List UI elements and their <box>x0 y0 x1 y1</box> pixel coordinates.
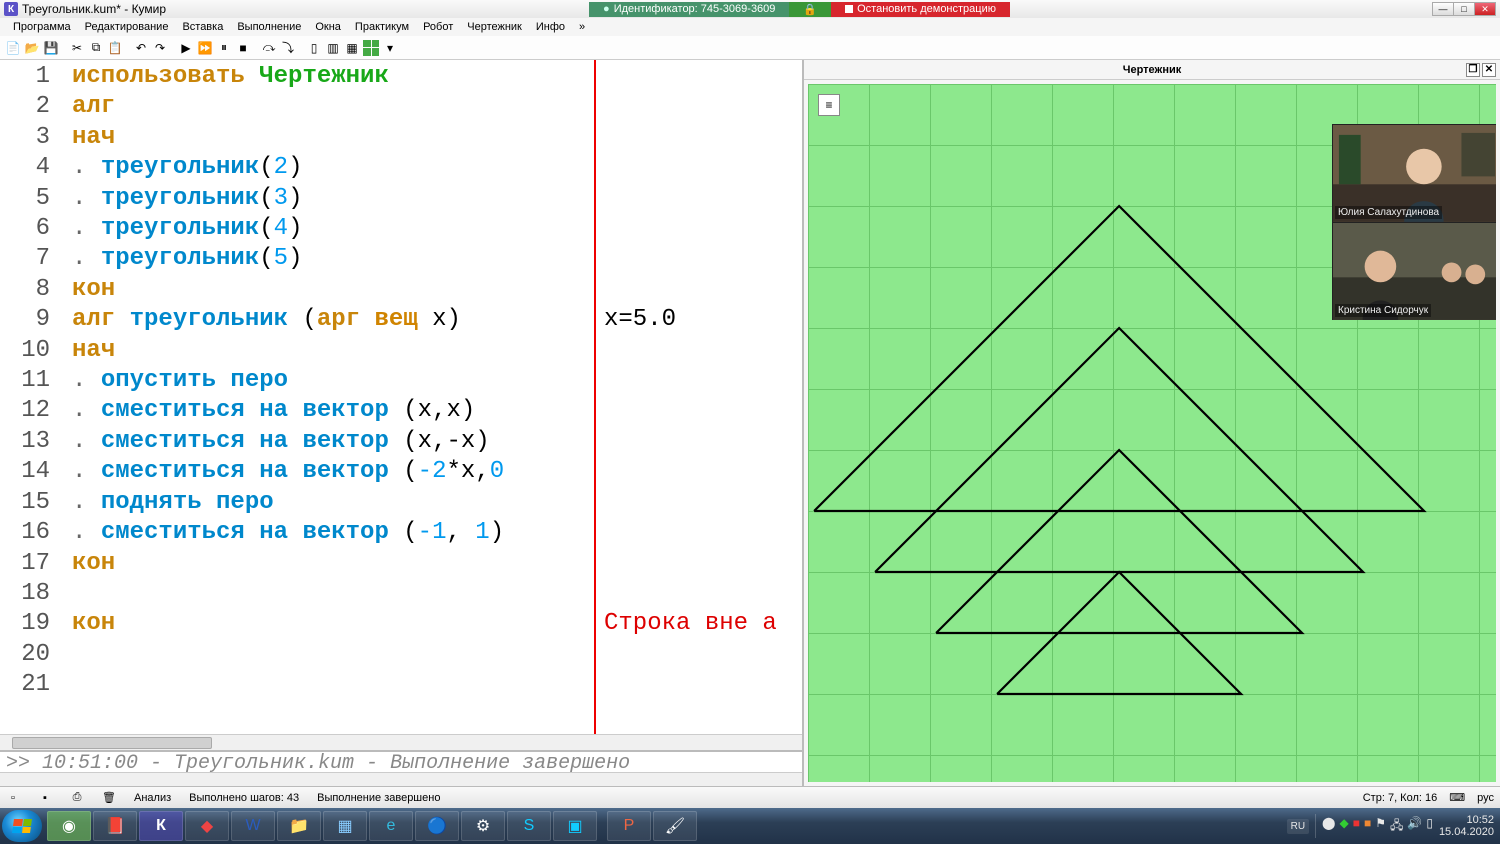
titlebar: К Треугольник.kum* - Кумир ●Идентификато… <box>0 0 1500 18</box>
more-icon[interactable]: ▾ <box>381 39 399 57</box>
sb-icon-1[interactable]: ▫ <box>6 791 20 805</box>
task-app-1[interactable]: ◉ <box>47 811 91 841</box>
stop-demo-button[interactable]: Остановить демонстрацию <box>831 2 1010 17</box>
task-app-2[interactable]: 📕 <box>93 811 137 841</box>
main-area: 123456789101112131415161718192021 исполь… <box>0 60 1500 786</box>
editor-hscrollbar[interactable] <box>0 734 802 750</box>
copy-icon[interactable]: ⧉ <box>87 39 105 57</box>
console-output: >> 10:51:00 - Треугольник.kum - Выполнен… <box>0 750 802 772</box>
panel-title: Чертежник ❐ ✕ <box>804 60 1500 80</box>
console-hscrollbar[interactable] <box>0 772 802 786</box>
minimize-button[interactable]: — <box>1432 2 1454 16</box>
tray-flag-icon[interactable]: ⚑ <box>1375 816 1386 837</box>
video-thumbnails: Юлия Салахутдинова Кристина Сидорчук <box>1332 124 1496 320</box>
cut-icon[interactable]: ✂ <box>68 39 86 57</box>
meeting-id-badge: ●Идентификатор: 745-3069-3609 <box>589 2 789 17</box>
taskbar: ◉ 📕 К ◆ W 📁 ▦ e 🔵 ⚙ S ▣ P 🖌 RU ⬤ ◆ ■ ■ ⚑… <box>0 808 1500 844</box>
sb-icon-2[interactable]: ▪ <box>38 791 52 805</box>
menu-7[interactable]: Чертежник <box>460 19 529 35</box>
panel-maximize-icon[interactable]: ❐ <box>1466 63 1480 77</box>
tray-volume-icon[interactable]: 🔊 <box>1407 816 1422 837</box>
video-label-1: Юлия Салахутдинова <box>1335 206 1442 219</box>
tray-icon-2[interactable]: ◆ <box>1339 816 1348 837</box>
run-fast-icon[interactable]: ⏩ <box>196 39 214 57</box>
task-zoom[interactable]: ▣ <box>553 811 597 841</box>
menu-5[interactable]: Практикум <box>348 19 416 35</box>
layout2-icon[interactable]: ▥ <box>324 39 342 57</box>
menu-6[interactable]: Робот <box>416 19 460 35</box>
status-steps: Выполнено шагов: 43 <box>189 792 299 804</box>
status-keyboard-icon[interactable]: ⌨ <box>1449 791 1465 804</box>
layout1-icon[interactable]: ▯ <box>305 39 323 57</box>
task-word[interactable]: W <box>231 811 275 841</box>
new-file-icon[interactable]: 📄 <box>4 39 22 57</box>
menubar: ПрограммаРедактированиеВставкаВыполнение… <box>0 18 1500 36</box>
statusbar: ▫ ▪ ⎙ 🗑 Анализ Выполнено шагов: 43 Выпол… <box>0 786 1500 808</box>
close-button[interactable]: ✕ <box>1474 2 1496 16</box>
video-label-2: Кристина Сидорчук <box>1335 304 1431 317</box>
redo-icon[interactable]: ↷ <box>151 39 169 57</box>
task-powerpoint[interactable]: P <box>607 811 651 841</box>
step-into-icon[interactable]: ⤵ <box>279 39 297 57</box>
task-app-7[interactable]: ▦ <box>323 811 367 841</box>
menu-8[interactable]: Инфо <box>529 19 572 35</box>
canvas-menu-icon[interactable]: ≡ <box>818 94 840 116</box>
tray-battery-icon[interactable]: ▯ <box>1426 816 1433 837</box>
status-cursor: Стр: 7, Кол: 16 <box>1363 792 1438 804</box>
save-file-icon[interactable]: 💾 <box>42 39 60 57</box>
video-thumb-1[interactable]: Юлия Салахутдинова <box>1332 124 1496 222</box>
task-kumir[interactable]: К <box>139 811 183 841</box>
undo-icon[interactable]: ↶ <box>132 39 150 57</box>
drawer-panel: Чертежник ❐ ✕ ≡ Юлия Салахутдинова Крист… <box>804 60 1500 786</box>
tray-icon-1[interactable]: ⬤ <box>1322 816 1335 837</box>
tray-clock[interactable]: 10:52 15.04.2020 <box>1439 814 1494 838</box>
menu-2[interactable]: Вставка <box>175 19 230 35</box>
task-paint[interactable]: 🖌 <box>653 811 697 841</box>
menu-0[interactable]: Программа <box>6 19 78 35</box>
status-analysis: Анализ <box>134 792 171 804</box>
task-app-10[interactable]: ⚙ <box>461 811 505 841</box>
run-icon[interactable]: ▶ <box>177 39 195 57</box>
editor-pane: 123456789101112131415161718192021 исполь… <box>0 60 804 786</box>
line-gutter: 123456789101112131415161718192021 <box>0 60 58 734</box>
tray-icon-4[interactable]: ■ <box>1364 816 1371 837</box>
debug-values-column: x=5.0 Строка вне а <box>594 60 802 734</box>
menu-3[interactable]: Выполнение <box>230 19 308 35</box>
code-editor[interactable]: использовать Чертежникалгнач. треугольни… <box>58 60 594 734</box>
window-title: Треугольник.kum* - Кумир <box>22 2 166 16</box>
task-skype[interactable]: S <box>507 811 551 841</box>
menu-9[interactable]: » <box>572 19 592 35</box>
tray-icons[interactable]: ⬤ ◆ ■ ■ ⚑ 🖧 🔊 ▯ <box>1322 816 1433 837</box>
sb-icon-4[interactable]: 🗑 <box>102 791 116 805</box>
stop-icon[interactable]: ■ <box>234 39 252 57</box>
status-result: Выполнение завершено <box>317 792 440 804</box>
start-button[interactable] <box>2 810 42 842</box>
layout4-icon[interactable] <box>362 39 380 57</box>
maximize-button[interactable]: □ <box>1453 2 1475 16</box>
layout3-icon[interactable]: ▦ <box>343 39 361 57</box>
panel-close-icon[interactable]: ✕ <box>1482 63 1496 77</box>
lock-icon: 🔒 <box>789 2 831 17</box>
video-thumb-2[interactable]: Кристина Сидорчук <box>1332 222 1496 320</box>
menu-4[interactable]: Окна <box>308 19 348 35</box>
sb-icon-3[interactable]: ⎙ <box>70 791 84 805</box>
pause-icon[interactable]: ⏸ <box>215 39 233 57</box>
tray-network-icon[interactable]: 🖧 <box>1390 816 1403 837</box>
tray-lang[interactable]: RU <box>1287 819 1309 834</box>
task-ie[interactable]: e <box>369 811 413 841</box>
task-app-4[interactable]: ◆ <box>185 811 229 841</box>
drawing-canvas[interactable]: ≡ Юлия Салахутдинова Кристина Сидорчук <box>808 84 1496 782</box>
menu-1[interactable]: Редактирование <box>78 19 176 35</box>
toolbar: 📄 📂 💾 ✂ ⧉ 📋 ↶ ↷ ▶ ⏩ ⏸ ■ ⤼ ⤵ ▯ ▥ ▦ ▾ <box>0 36 1500 60</box>
open-file-icon[interactable]: 📂 <box>23 39 41 57</box>
tray-icon-3[interactable]: ■ <box>1353 816 1360 837</box>
app-icon: К <box>4 2 18 16</box>
task-chrome[interactable]: 🔵 <box>415 811 459 841</box>
paste-icon[interactable]: 📋 <box>106 39 124 57</box>
task-explorer[interactable]: 📁 <box>277 811 321 841</box>
step-icon[interactable]: ⤼ <box>260 39 278 57</box>
status-lang: рус <box>1477 792 1494 804</box>
